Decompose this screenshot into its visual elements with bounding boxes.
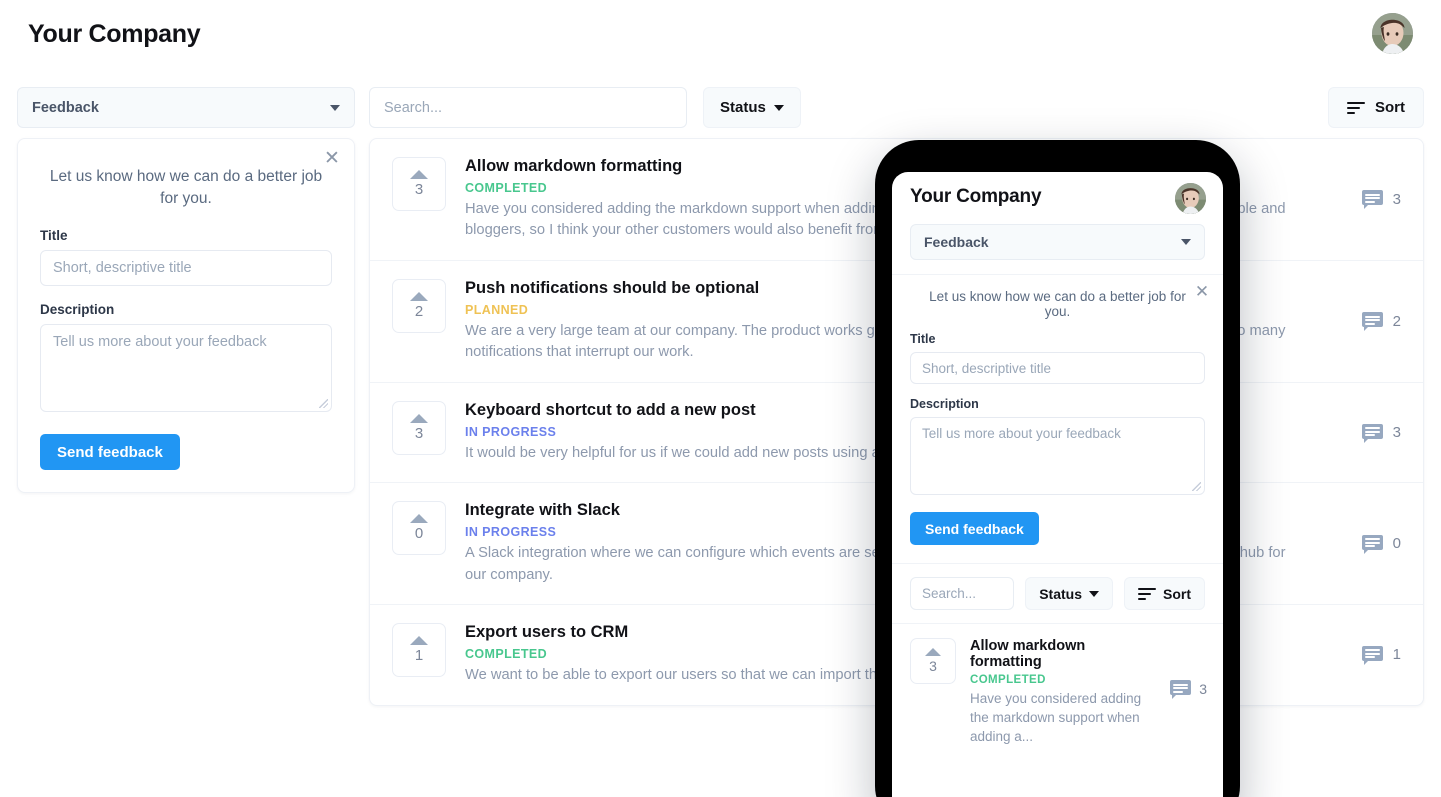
sort-button[interactable]: Sort [1328,87,1424,128]
phone-header: Your Company [892,172,1223,214]
phone-board-select[interactable]: Feedback [910,224,1205,260]
upvote-button[interactable]: 0 [392,501,446,556]
phone-title-input[interactable]: Short, descriptive title [910,352,1205,384]
comment-bubble-icon [1361,312,1383,332]
comment-count-group[interactable]: 1 [1361,645,1401,665]
description-textarea[interactable]: Tell us more about your feedback [40,324,332,412]
phone-feedback-form: ✕ Let us know how we can do a better job… [892,274,1223,563]
comment-count: 0 [1392,535,1401,553]
comment-count-group[interactable]: 0 [1361,534,1401,554]
phone-title-field-label: Title [910,332,936,346]
upvote-button[interactable]: 1 [392,623,446,678]
upvote-arrow-icon [410,413,428,423]
board-select-label: Feedback [32,99,99,116]
vote-count: 3 [414,181,424,198]
description-field-label: Description [40,302,115,317]
app-page: Your Company Feedback Search... Status S… [0,0,1441,797]
avatar[interactable] [1372,13,1413,54]
phone-description-field-label: Description [910,397,979,411]
phone-list-item[interactable]: 3 Allow markdown formatting COMPLETED Ha… [892,623,1223,760]
comment-bubble-icon [1361,645,1383,665]
phone-title-placeholder: Short, descriptive title [922,360,1052,376]
comment-bubble-icon [1361,190,1383,210]
sort-lines-icon [1347,101,1365,114]
phone-post-title[interactable]: Allow markdown formatting [970,638,1159,670]
phone-send-feedback-button[interactable]: Send feedback [910,512,1039,545]
description-placeholder: Tell us more about your feedback [53,334,267,350]
phone-upvote-button[interactable]: 3 [910,638,956,684]
status-filter-button[interactable]: Status [703,87,801,128]
phone-screen: Your Company Feedback ✕ Let us know how … [892,172,1223,797]
main-toolbar: Feedback Search... Status Sort [0,87,1441,129]
sort-button-label: Sort [1375,99,1405,116]
send-feedback-button[interactable]: Send feedback [40,434,180,470]
phone-form-lead: Let us know how we can do a better job f… [929,289,1186,319]
comment-count: 3 [1392,424,1401,442]
phone-post-description: Have you considered adding the markdown … [970,691,1142,745]
page-title: Your Company [28,20,201,48]
vote-count: 1 [414,647,424,665]
phone-toolbar: Search... Status Sort [892,563,1223,623]
comment-bubble-icon [1361,534,1383,554]
resize-handle-icon[interactable] [1192,482,1201,491]
upvote-arrow-icon [410,514,428,524]
comment-count: 1 [1392,646,1401,664]
phone-comment-count: 3 [1199,681,1207,697]
sort-lines-icon [1138,587,1156,600]
phone-comment-count-group[interactable]: 3 [1170,680,1207,699]
search-input[interactable]: Search... [369,87,687,128]
phone-status-filter-button[interactable]: Status [1025,577,1113,610]
phone-mockup: Your Company Feedback ✕ Let us know how … [875,140,1240,797]
upvote-button[interactable]: 3 [392,400,446,455]
chevron-down-icon [1089,590,1099,597]
upvote-arrow-icon [925,648,941,656]
phone-description-placeholder: Tell us more about your feedback [922,426,1121,441]
status-filter-label: Status [720,99,766,116]
comment-count-group[interactable]: 3 [1361,423,1401,443]
app-header: Your Company [0,0,1441,72]
title-input[interactable]: Short, descriptive title [40,250,332,286]
upvote-arrow-icon [410,170,428,179]
phone-status-badge: COMPLETED [970,674,1046,686]
title-input-placeholder: Short, descriptive title [53,260,192,276]
board-select[interactable]: Feedback [17,87,355,128]
upvote-arrow-icon [410,636,428,646]
phone-sort-button-label: Sort [1163,585,1191,602]
phone-avatar[interactable] [1175,183,1206,214]
comment-count: 2 [1392,312,1401,330]
chevron-down-icon [330,104,340,111]
phone-page-title: Your Company [910,186,1042,207]
title-field-label: Title [40,228,68,243]
comment-bubble-icon [1361,423,1383,443]
comment-count-group[interactable]: 3 [1361,190,1401,210]
phone-board-select-label: Feedback [924,234,989,250]
comment-count: 3 [1392,190,1401,208]
comment-bubble-icon [1170,680,1192,699]
resize-handle-icon[interactable] [319,399,328,408]
vote-count: 0 [414,525,424,543]
close-icon[interactable]: ✕ [322,149,342,169]
upvote-button[interactable]: 2 [392,278,446,333]
phone-description-textarea[interactable]: Tell us more about your feedback [910,417,1205,495]
feedback-form-card: ✕ Let us know how we can do a better job… [17,138,355,493]
phone-sort-button[interactable]: Sort [1124,577,1205,610]
phone-vote-count: 3 [929,658,937,674]
phone-search-placeholder: Search... [922,586,977,601]
user-avatar-photo [1175,183,1206,214]
chevron-down-icon [773,104,784,111]
close-icon[interactable]: ✕ [1193,283,1211,301]
chevron-down-icon [1181,239,1191,245]
user-avatar-photo [1372,13,1413,54]
upvote-arrow-icon [410,291,428,301]
upvote-button[interactable]: 3 [392,157,446,211]
feedback-form-lead: Let us know how we can do a better job f… [49,168,323,207]
vote-count: 3 [414,424,424,442]
phone-search-input[interactable]: Search... [910,577,1015,610]
vote-count: 2 [414,302,424,320]
comment-count-group[interactable]: 2 [1361,312,1401,332]
phone-status-filter-label: Status [1039,585,1082,602]
search-placeholder: Search... [384,99,443,116]
